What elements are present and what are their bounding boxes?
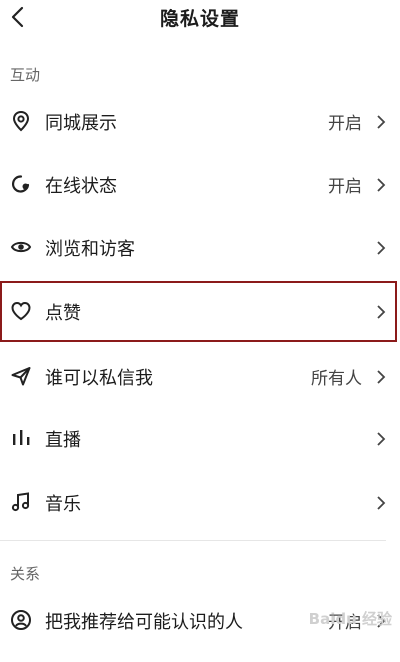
- chevron-right-icon: [377, 115, 386, 129]
- user-icon: [11, 610, 31, 630]
- chevron-right-icon: [377, 370, 386, 384]
- highlight-box: [0, 281, 397, 342]
- row-value: 开启: [328, 177, 362, 197]
- row-label: 音乐: [45, 494, 81, 515]
- row-label: 同城展示: [45, 113, 117, 134]
- row-label: 直播: [45, 430, 81, 451]
- watermark: Baidu 经验: [308, 610, 392, 628]
- chevron-right-icon: [377, 432, 386, 446]
- header-bar: 隐私设置: [0, 0, 400, 34]
- online-status-icon: [12, 175, 30, 193]
- row-online-status[interactable]: 在线状态 开启: [0, 153, 400, 215]
- row-music[interactable]: 音乐: [0, 471, 400, 533]
- section-label-interaction: 互动: [10, 66, 41, 84]
- send-icon: [11, 367, 31, 386]
- row-who-can-message[interactable]: 谁可以私信我 所有人: [0, 345, 400, 407]
- chevron-right-icon: [377, 496, 386, 510]
- row-live[interactable]: 直播: [0, 407, 400, 469]
- chevron-right-icon: [377, 241, 386, 255]
- row-label: 浏览和访客: [45, 239, 135, 260]
- section-divider: [0, 540, 386, 541]
- live-bars-icon: [13, 430, 30, 445]
- section-label-relationship: 关系: [10, 565, 41, 583]
- eye-icon: [10, 241, 32, 253]
- row-value: 所有人: [311, 369, 362, 389]
- row-label: 在线状态: [45, 176, 117, 197]
- row-local-display[interactable]: 同城展示 开启: [0, 90, 400, 152]
- row-value: 开启: [328, 114, 362, 134]
- page-title: 隐私设置: [159, 8, 240, 30]
- music-note-icon: [11, 492, 30, 512]
- row-label: 把我推荐给可能认识的人: [45, 612, 243, 633]
- location-pin-icon: [12, 110, 30, 132]
- row-label: 谁可以私信我: [45, 368, 153, 389]
- chevron-right-icon: [377, 178, 386, 192]
- row-browse-visitors[interactable]: 浏览和访客: [0, 216, 400, 278]
